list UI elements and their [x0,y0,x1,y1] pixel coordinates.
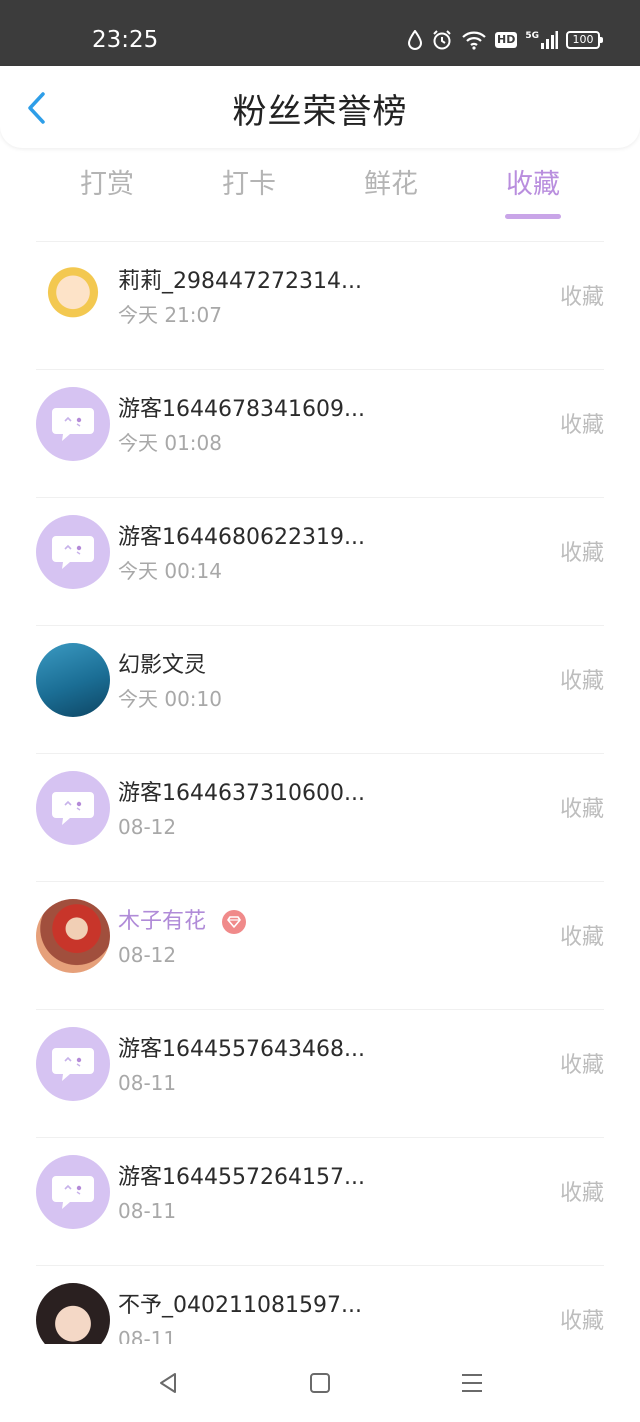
guest-chat-avatar[interactable] [36,515,110,589]
back-triangle-icon[interactable] [148,1366,188,1400]
page-title: 粉丝荣誉榜 [232,92,408,132]
row-divider [36,1009,604,1010]
favorite-action[interactable]: 收藏 [560,411,604,441]
fan-time: 今天 01:08 [118,431,222,455]
favorite-action[interactable]: 收藏 [560,1179,604,1209]
fan-list-item[interactable]: 幻影文灵今天 00:10 收藏 [0,625,640,753]
guest-chat-avatar[interactable] [36,1155,110,1229]
costume-photo-avatar[interactable] [36,899,110,973]
fan-name: 木子有花 [118,909,207,934]
favorite-action[interactable]: 收藏 [560,283,604,313]
row-divider [36,241,604,242]
tab-reward[interactable]: 打赏 [80,166,134,204]
row-divider [36,497,604,498]
fan-time: 08-12 [118,815,177,839]
hd-icon: HD [495,32,518,48]
fan-list-item[interactable]: 游客1644637310600... 08-12 收藏 [0,753,640,881]
cartoon-girl-avatar[interactable] [36,259,110,333]
row-divider [36,625,604,626]
fan-list-item[interactable]: 莉莉_298447272314... 今天 21:07 收藏 [0,241,640,369]
wifi-icon [461,30,487,50]
fan-name: 游客1644557264157... [118,1165,365,1190]
favorite-action[interactable]: 收藏 [560,795,604,825]
fan-time: 08-12 [118,943,177,967]
row-divider [36,1137,604,1138]
water-drop-icon [407,30,423,50]
favorite-action[interactable]: 收藏 [560,923,604,953]
row-divider [36,753,604,754]
fan-list-item[interactable]: 游客1644678341609... 今天 01:08 收藏 [0,369,640,497]
diamond-badge-icon [222,910,246,934]
fan-time: 08-11 [118,1199,177,1223]
row-divider [36,369,604,370]
fan-time: 08-11 [118,1071,177,1095]
fan-list: 莉莉_298447272314... 今天 21:07 收藏 游客1644678341… [0,241,640,1393]
fan-list-item[interactable]: 游客1644557643468... 08-11 收藏 [0,1009,640,1137]
network-label: 5G [525,31,539,41]
tab-favorites[interactable]: 收藏 [506,166,560,204]
tab-bar: 打赏 打卡 鲜花 收藏 [0,160,640,224]
fan-name: 幻影文灵 [118,653,207,678]
tab-flowers[interactable]: 鲜花 [364,166,418,204]
tab-active-indicator [505,214,561,219]
status-time: 23:25 [92,27,159,53]
fan-list-item[interactable]: 木子有花 08-12 收藏 [0,881,640,1009]
favorite-action[interactable]: 收藏 [560,667,604,697]
header: 粉丝荣誉榜 [0,66,640,148]
fan-list-item[interactable]: 游客1644680622319... 今天 00:14 收藏 [0,497,640,625]
status-icons: HD 5G 100 [407,26,603,54]
favorite-action[interactable]: 收藏 [560,1307,604,1337]
fan-name: 莉莉_298447272314... [118,269,362,294]
fan-name: 游客1644637310600... [118,781,365,806]
fan-name: 游客1644680622319... [118,525,365,550]
fan-list-item[interactable]: 游客1644557264157... 08-11 收藏 [0,1137,640,1265]
alarm-icon [431,29,453,51]
row-divider [36,881,604,882]
fan-time: 今天 00:14 [118,559,222,583]
battery-icon: 100 [566,31,603,49]
shark-photo-avatar[interactable] [36,643,110,717]
system-nav-bar [0,1344,640,1422]
favorite-action[interactable]: 收藏 [560,1051,604,1081]
guest-chat-avatar[interactable] [36,1027,110,1101]
favorite-action[interactable]: 收藏 [560,539,604,569]
home-square-icon[interactable] [300,1366,340,1400]
signal-5g-icon: 5G [525,31,558,49]
fan-time: 今天 21:07 [118,303,222,327]
row-divider [36,1265,604,1266]
guest-chat-avatar[interactable] [36,771,110,845]
status-bar: 23:25 HD 5G 100 [0,0,640,66]
fan-name: 游客1644557643468... [118,1037,365,1062]
fan-time: 今天 00:10 [118,687,222,711]
tab-checkin[interactable]: 打卡 [222,166,276,204]
menu-lines-icon[interactable] [452,1366,492,1400]
fan-name: 不予_040211081597... [118,1293,362,1318]
fan-name: 游客1644678341609... [118,397,365,422]
guest-chat-avatar[interactable] [36,387,110,461]
